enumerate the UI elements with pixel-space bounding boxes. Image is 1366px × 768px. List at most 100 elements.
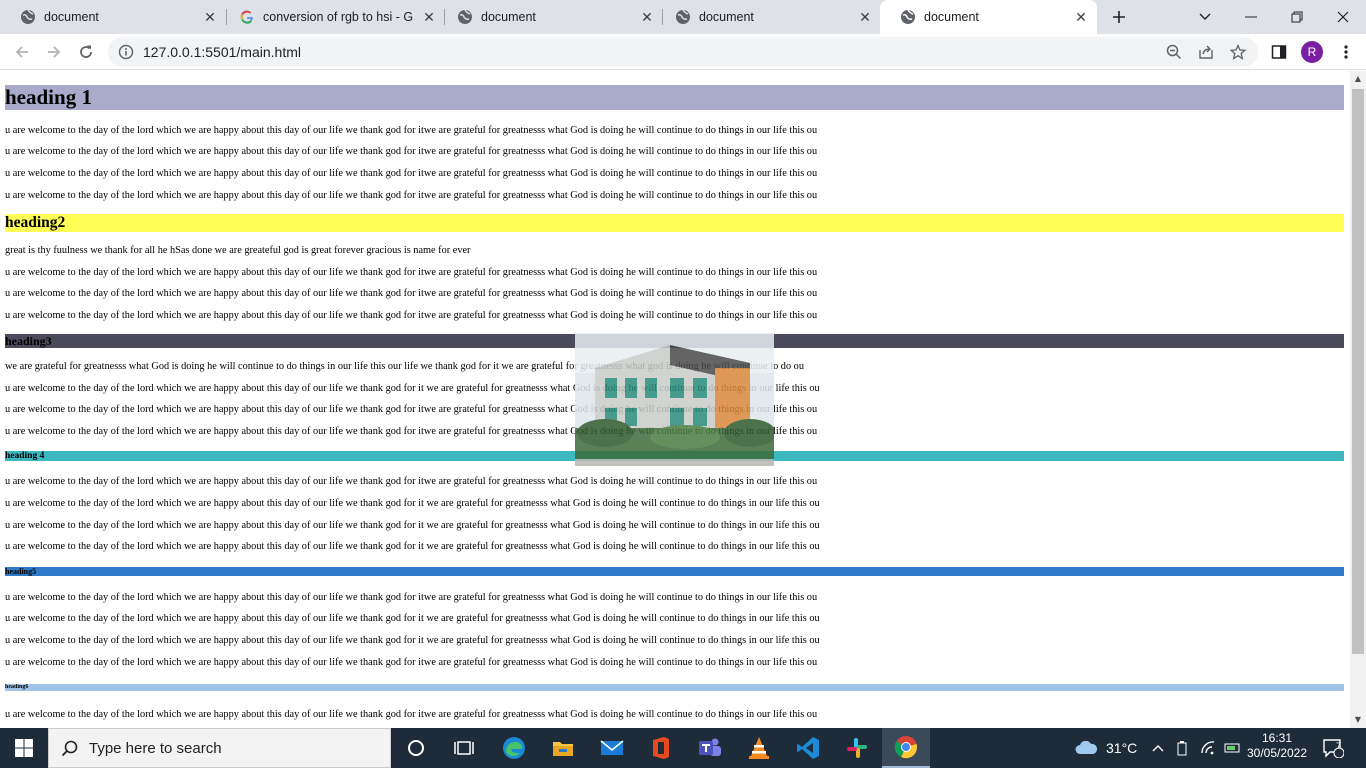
- paragraph: u are welcome to the day of the lord whi…: [5, 125, 818, 136]
- battery-icon[interactable]: [1176, 728, 1188, 768]
- back-button[interactable]: [8, 38, 36, 66]
- chevron-up-icon[interactable]: [1152, 728, 1164, 768]
- side-panel-button[interactable]: [1265, 38, 1293, 66]
- close-icon[interactable]: ✕: [421, 9, 437, 25]
- heading-6: heading6: [5, 684, 1344, 691]
- minimize-icon: [1245, 16, 1257, 18]
- slack-icon[interactable]: [833, 728, 881, 768]
- start-button[interactable]: [0, 728, 48, 768]
- tab-document-active[interactable]: document ✕: [880, 0, 1097, 34]
- globe-icon: [457, 9, 473, 25]
- vscode-icon[interactable]: [784, 728, 832, 768]
- info-icon[interactable]: [118, 44, 134, 64]
- tab-google-search[interactable]: conversion of rgb to hsi - Go ✕: [219, 0, 445, 34]
- share-icon[interactable]: [1198, 44, 1214, 64]
- chrome-icon[interactable]: [882, 728, 930, 768]
- file-explorer-icon[interactable]: [539, 728, 587, 768]
- edge-icon[interactable]: [490, 728, 538, 768]
- paragraph: u are welcome to the day of the lord whi…: [5, 190, 818, 201]
- restore-button[interactable]: [1274, 0, 1320, 34]
- search-icon: [61, 740, 79, 763]
- office-icon[interactable]: [637, 728, 685, 768]
- zoom-icon[interactable]: [1166, 44, 1182, 64]
- address-bar[interactable]: 127.0.0.1:5501/main.html: [108, 37, 1258, 67]
- tab-search-button[interactable]: [1182, 0, 1228, 34]
- paragraph: u are welcome to the day of the lord whi…: [5, 592, 818, 603]
- close-icon: [1337, 11, 1349, 23]
- paragraph: u are welcome to the day of the lord whi…: [5, 498, 820, 509]
- tab-title: document: [481, 10, 536, 24]
- heading-1: heading 1: [5, 85, 1344, 110]
- notification-center[interactable]: 7: [1322, 728, 1344, 768]
- tab-document-2[interactable]: document ✕: [437, 0, 663, 34]
- kebab-menu-icon: [1344, 45, 1348, 59]
- minimize-button[interactable]: [1228, 0, 1274, 34]
- close-icon[interactable]: ✕: [202, 9, 218, 25]
- cortana-icon[interactable]: [392, 728, 440, 768]
- building-photo: [575, 333, 774, 466]
- taskbar-search[interactable]: Type here to search: [48, 728, 391, 768]
- google-icon: [239, 9, 255, 25]
- close-icon[interactable]: ✕: [1073, 9, 1089, 25]
- paragraph: u are welcome to the day of the lord whi…: [5, 613, 820, 624]
- tab-document-3[interactable]: document ✕: [655, 0, 881, 34]
- cloud-icon: [1075, 740, 1098, 754]
- new-tab-button[interactable]: [1100, 0, 1138, 34]
- wifi-icon[interactable]: [1200, 728, 1216, 768]
- paragraph: u are welcome to the day of the lord whi…: [5, 267, 818, 278]
- weather-temp: 31°C: [1106, 740, 1138, 756]
- reload-button[interactable]: [72, 38, 100, 66]
- arrow-right-icon: [48, 46, 61, 58]
- avatar[interactable]: R: [1301, 41, 1323, 63]
- paragraph: u are welcome to the day of the lord whi…: [5, 310, 818, 321]
- tab-title: document: [699, 10, 754, 24]
- windows-logo-icon: [15, 739, 33, 757]
- paragraph: u are welcome to the day of the lord whi…: [5, 635, 820, 646]
- close-window-button[interactable]: [1320, 0, 1366, 34]
- heading-2: heading2: [5, 214, 1344, 232]
- teams-icon[interactable]: [686, 728, 734, 768]
- plus-icon: [1113, 11, 1125, 23]
- paragraph: u are welcome to the day of the lord whi…: [5, 709, 818, 720]
- side-panel-icon: [1271, 45, 1287, 59]
- scroll-down-icon[interactable]: ▼: [1350, 712, 1366, 728]
- tab-title: document: [44, 10, 99, 24]
- scroll-up-icon[interactable]: ▲: [1350, 71, 1366, 87]
- paragraph: great is thy fuulness we thank for all h…: [5, 245, 471, 256]
- close-icon[interactable]: ✕: [639, 9, 655, 25]
- weather-widget[interactable]: 31°C: [1074, 728, 1137, 768]
- paragraph: u are welcome to the day of the lord whi…: [5, 146, 818, 157]
- vertical-scrollbar[interactable]: ▲ ▼: [1350, 71, 1366, 728]
- url-text[interactable]: 127.0.0.1:5501/main.html: [143, 44, 301, 60]
- scroll-thumb[interactable]: [1352, 89, 1364, 654]
- bookmark-star-icon[interactable]: [1229, 43, 1247, 64]
- menu-button[interactable]: [1332, 38, 1360, 66]
- mail-icon[interactable]: [588, 728, 636, 768]
- paragraph: u are welcome to the day of the lord whi…: [5, 520, 820, 531]
- globe-icon: [20, 9, 36, 25]
- tab-document-1[interactable]: document ✕: [0, 0, 226, 34]
- reload-icon: [80, 45, 92, 58]
- task-view-icon[interactable]: [440, 728, 488, 768]
- paragraph: u are welcome to the day of the lord whi…: [5, 168, 818, 179]
- clock-date: 30/05/2022: [1246, 746, 1308, 760]
- close-icon[interactable]: ✕: [857, 9, 873, 25]
- system-clock[interactable]: 16:31 30/05/2022: [1244, 731, 1310, 761]
- paragraph: u are welcome to the day of the lord whi…: [5, 541, 820, 552]
- page-viewport: heading 1 u are welcome to the day of th…: [0, 71, 1350, 728]
- paragraph: u are welcome to the day of the lord whi…: [5, 288, 818, 299]
- notification-count: 7: [1336, 741, 1342, 751]
- tab-strip: document ✕ conversion of rgb to hsi - Go…: [0, 0, 1366, 34]
- arrow-left-icon: [15, 46, 28, 58]
- windows-taskbar: Type here to search 31°C 16:31 30/05/202…: [0, 728, 1366, 768]
- vlc-icon[interactable]: [735, 728, 783, 768]
- search-placeholder: Type here to search: [89, 740, 222, 757]
- globe-icon: [900, 9, 916, 25]
- browser-toolbar: 127.0.0.1:5501/main.html R: [0, 34, 1366, 70]
- globe-icon: [675, 9, 691, 25]
- volume-icon[interactable]: [1224, 728, 1240, 768]
- tab-title: conversion of rgb to hsi - Go: [263, 10, 413, 24]
- tab-title: document: [924, 10, 979, 24]
- heading-5: heading5: [5, 567, 1344, 576]
- forward-button[interactable]: [40, 38, 68, 66]
